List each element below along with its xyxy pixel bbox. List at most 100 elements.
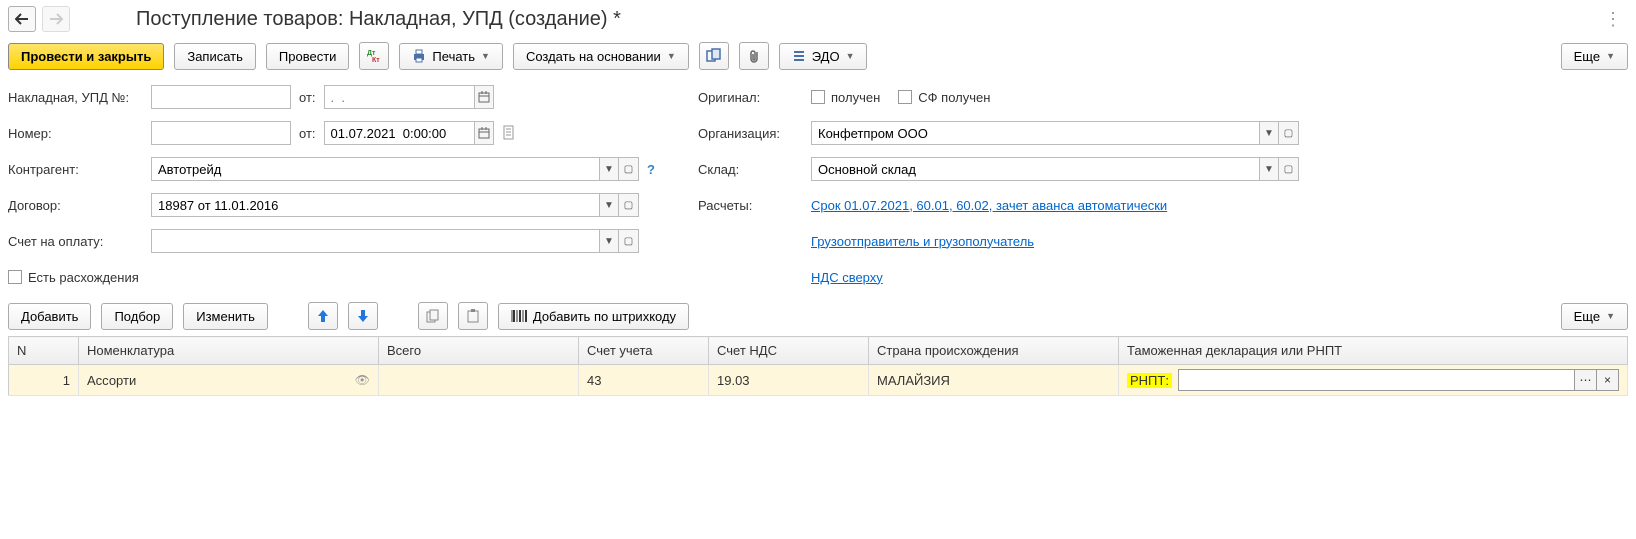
kontragent-input[interactable] [151,157,599,181]
nav-forward-button[interactable] [42,6,70,32]
divergence-label: Есть расхождения [28,270,139,285]
post-and-close-button[interactable]: Провести и закрыть [8,43,164,70]
dropdown-button[interactable]: ▼ [1259,157,1279,181]
raschety-label: Расчеты: [698,198,803,213]
open-ref-button[interactable]: ▢ [1279,157,1299,181]
cell-declaration[interactable]: РНПТ: ⋯ × [1119,365,1628,396]
org-label: Организация: [698,126,803,141]
dropdown-button[interactable]: ▼ [599,157,619,181]
calendar-icon[interactable] [474,121,494,145]
col-nds-account[interactable]: Счет НДС [709,337,869,365]
save-button[interactable]: Записать [174,43,256,70]
col-country[interactable]: Страна происхождения [869,337,1119,365]
kontragent-label: Контрагент: [8,162,143,177]
cell-nomenclature[interactable]: Ассорти 👁 [79,365,379,396]
more-button[interactable]: Еще ▼ [1561,43,1628,70]
print-label: Печать [432,49,475,64]
nds-link[interactable]: НДС сверху [811,270,883,285]
edo-button[interactable]: ЭДО ▼ [779,43,868,70]
dropdown-button[interactable]: ▼ [1259,121,1279,145]
calendar-icon[interactable] [474,85,494,109]
chevron-down-icon: ▼ [481,51,490,61]
sf-poluchen-checkbox[interactable]: СФ получен [898,90,990,105]
document-icon[interactable] [502,125,518,141]
poluchen-checkbox[interactable]: получен [811,90,880,105]
related-docs-button[interactable] [699,42,729,70]
move-up-button[interactable] [308,302,338,330]
gruz-link[interactable]: Грузоотправитель и грузополучатель [811,234,1034,249]
col-declaration[interactable]: Таможенная декларация или РНПТ [1119,337,1628,365]
divergence-checkbox[interactable]: Есть расхождения [8,270,139,285]
col-total[interactable]: Всего [379,337,579,365]
col-nomenclature[interactable]: Номенклатура [79,337,379,365]
raschety-link[interactable]: Срок 01.07.2021, 60.01, 60.02, зачет ава… [811,198,1167,213]
attach-button[interactable] [739,42,769,70]
copy-button[interactable] [418,302,448,330]
table-more-label: Еще [1574,309,1600,324]
cell-total[interactable] [379,365,579,396]
page-title: Поступление товаров: Накладная, УПД (соз… [136,8,621,31]
dt-kt-button[interactable]: ДтКт [359,42,389,70]
nakladnaya-label: Накладная, УПД №: [8,90,143,105]
rnpt-input[interactable] [1178,369,1575,391]
nakladnaya-date-input[interactable] [324,85,474,109]
cell-nds-account[interactable]: 19.03 [709,365,869,396]
cell-account[interactable]: 43 [579,365,709,396]
dogovor-label: Договор: [8,198,143,213]
checkbox-icon [898,90,912,104]
table-more-button[interactable]: Еще ▼ [1561,303,1628,330]
ot-label-1: от: [299,90,316,105]
chevron-down-icon: ▼ [1606,51,1615,61]
dropdown-button[interactable]: ▼ [599,229,619,253]
dogovor-input[interactable] [151,193,599,217]
sklad-input[interactable] [811,157,1259,181]
rnpt-label: РНПТ: [1127,373,1172,388]
checkbox-icon [8,270,22,284]
nomer-label: Номер: [8,126,143,141]
original-label: Оригинал: [698,90,803,105]
cell-country[interactable]: МАЛАЙЗИЯ [869,365,1119,396]
print-button[interactable]: Печать ▼ [399,43,503,70]
col-n[interactable]: N [9,337,79,365]
schet-input[interactable] [151,229,599,253]
edo-label: ЭДО [812,49,840,64]
svg-text:Дт: Дт [367,50,376,57]
sklad-label: Склад: [698,162,803,177]
open-ref-button[interactable]: ▢ [619,157,639,181]
chevron-down-icon: ▼ [1606,311,1615,321]
items-table: N Номенклатура Всего Счет учета Счет НДС… [8,336,1628,396]
ot-label-2: от: [299,126,316,141]
open-ref-button[interactable]: ▢ [1279,121,1299,145]
edit-button[interactable]: Изменить [183,303,268,330]
org-input[interactable] [811,121,1259,145]
create-based-label: Создать на основании [526,49,661,64]
poluchen-label: получен [831,90,880,105]
nav-back-button[interactable] [8,6,36,32]
add-by-barcode-button[interactable]: Добавить по штрихкоду [498,303,689,330]
schet-label: Счет на оплату: [8,234,143,249]
create-based-on-button[interactable]: Создать на основании ▼ [513,43,689,70]
open-ref-button[interactable]: ▢ [619,229,639,253]
paste-button[interactable] [458,302,488,330]
move-down-button[interactable] [348,302,378,330]
post-button[interactable]: Провести [266,43,350,70]
preview-icon[interactable]: 👁 [355,373,370,387]
dropdown-button[interactable]: ▼ [599,193,619,217]
clear-value-button[interactable]: × [1597,369,1619,391]
svg-text:Кт: Кт [372,57,380,63]
select-button[interactable]: Подбор [101,303,173,330]
add-row-button[interactable]: Добавить [8,303,91,330]
kebab-menu-icon[interactable]: ⋮ [1598,9,1628,30]
table-row[interactable]: 1 Ассорти 👁 43 19.03 МАЛАЙЗИЯ РНПТ: ⋯ × [9,365,1628,396]
chevron-down-icon: ▼ [846,51,855,61]
nomer-input[interactable] [151,121,291,145]
barcode-label: Добавить по штрихкоду [533,309,676,324]
open-ref-button[interactable]: ▢ [619,193,639,217]
help-icon[interactable]: ? [647,162,655,177]
nomer-date-input[interactable] [324,121,474,145]
select-value-button[interactable]: ⋯ [1575,369,1597,391]
nakladnaya-number-input[interactable] [151,85,291,109]
col-account[interactable]: Счет учета [579,337,709,365]
chevron-down-icon: ▼ [667,51,676,61]
sf-poluchen-label: СФ получен [918,90,990,105]
